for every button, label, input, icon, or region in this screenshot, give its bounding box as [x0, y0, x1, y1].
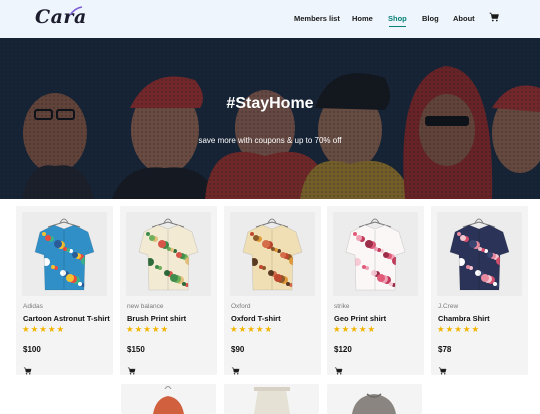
- cart-icon[interactable]: [489, 12, 499, 22]
- star-icon: ★: [437, 324, 446, 334]
- nav-blog[interactable]: Blog: [422, 14, 439, 23]
- add-to-cart-icon[interactable]: [23, 367, 32, 375]
- product-brand: J.Crew: [438, 303, 459, 310]
- product-brand: new balance: [127, 303, 164, 310]
- product-card[interactable]: new balance Brush Print shirt ★★★★★ $150: [120, 206, 217, 375]
- product-brand: Oxford: [231, 303, 251, 310]
- star-icon: ★: [255, 324, 265, 334]
- product-card-partial[interactable]: [224, 384, 319, 414]
- product-name[interactable]: Oxford T-shirt: [231, 314, 281, 323]
- product-name[interactable]: Geo Print shirt: [334, 314, 386, 323]
- star-rating: ★★★★★: [230, 324, 273, 335]
- site-logo[interactable]: Cara: [35, 6, 87, 28]
- star-rating: ★★★★★: [437, 324, 480, 335]
- star-icon: ★: [160, 324, 170, 334]
- star-icon: ★: [126, 324, 135, 334]
- nav-about[interactable]: About: [453, 14, 475, 23]
- product-card[interactable]: Oxford Oxford T-shirt ★★★★★ $90: [224, 206, 321, 375]
- add-to-cart-icon[interactable]: [334, 367, 343, 375]
- star-icon: ★: [238, 324, 248, 334]
- logo-swoosh-icon: [69, 6, 83, 16]
- add-to-cart-icon[interactable]: [231, 367, 240, 375]
- star-icon: ★: [247, 324, 256, 334]
- hero-banner: #StayHome save more with coupons & up to…: [0, 38, 540, 199]
- product-card-partial[interactable]: [121, 384, 216, 414]
- add-to-cart-icon[interactable]: [438, 367, 447, 375]
- star-icon: ★: [471, 324, 481, 334]
- star-icon: ★: [230, 324, 239, 334]
- hero-overlay: [0, 38, 540, 199]
- product-card[interactable]: J.Crew Chambra Shirt ★★★★★ $78: [431, 206, 528, 375]
- star-icon: ★: [341, 324, 351, 334]
- star-rating: ★★★★★: [333, 324, 376, 335]
- star-icon: ★: [39, 324, 48, 334]
- star-icon: ★: [445, 324, 455, 334]
- product-image[interactable]: [230, 212, 315, 296]
- product-name[interactable]: Cartoon Astronut T-shirt: [23, 314, 110, 323]
- product-image-partial: [153, 386, 184, 414]
- star-icon: ★: [350, 324, 359, 334]
- product-price: $150: [127, 345, 145, 354]
- star-icon: ★: [264, 324, 274, 334]
- hero-subtitle: save more with coupons & up to 70% off: [198, 136, 342, 145]
- product-image-partial: [352, 393, 396, 414]
- product-name[interactable]: Brush Print shirt: [127, 314, 186, 323]
- star-icon: ★: [333, 324, 342, 334]
- star-icon: ★: [30, 324, 40, 334]
- star-icon: ★: [134, 324, 144, 334]
- star-icon: ★: [22, 324, 31, 334]
- star-rating: ★★★★★: [22, 324, 65, 335]
- star-icon: ★: [143, 324, 152, 334]
- product-price: $120: [334, 345, 352, 354]
- product-section: Adidas Cartoon Astronut T-shirt ★★★★★ $100 …: [0, 199, 540, 405]
- product-price: $78: [438, 345, 452, 354]
- product-price: $90: [231, 345, 245, 354]
- product-image[interactable]: [437, 212, 522, 296]
- nav-shop[interactable]: Shop: [388, 14, 407, 27]
- nav-home[interactable]: Home: [352, 14, 373, 23]
- star-icon: ★: [56, 324, 66, 334]
- site-header: Cara Members list Home Shop Blog About: [0, 0, 540, 38]
- product-card[interactable]: Adidas Cartoon Astronut T-shirt ★★★★★ $100: [16, 206, 113, 375]
- product-card-partial[interactable]: [327, 384, 422, 414]
- product-image-partial: [254, 387, 290, 414]
- star-icon: ★: [367, 324, 377, 334]
- product-name[interactable]: Chambra Shirt: [438, 314, 490, 323]
- star-rating: ★★★★★: [126, 324, 169, 335]
- star-icon: ★: [151, 324, 161, 334]
- product-price: $100: [23, 345, 41, 354]
- product-image[interactable]: [126, 212, 211, 296]
- star-icon: ★: [462, 324, 472, 334]
- hero-title: #StayHome: [226, 95, 314, 112]
- star-icon: ★: [454, 324, 463, 334]
- product-brand: Adidas: [23, 303, 43, 310]
- star-icon: ★: [47, 324, 57, 334]
- product-brand: strike: [334, 303, 350, 310]
- product-image[interactable]: [22, 212, 107, 296]
- star-icon: ★: [358, 324, 368, 334]
- product-image[interactable]: [333, 212, 418, 296]
- nav-members-list[interactable]: Members list: [294, 14, 340, 23]
- add-to-cart-icon[interactable]: [127, 367, 136, 375]
- product-card[interactable]: strike Geo Print shirt ★★★★★ $120: [327, 206, 424, 375]
